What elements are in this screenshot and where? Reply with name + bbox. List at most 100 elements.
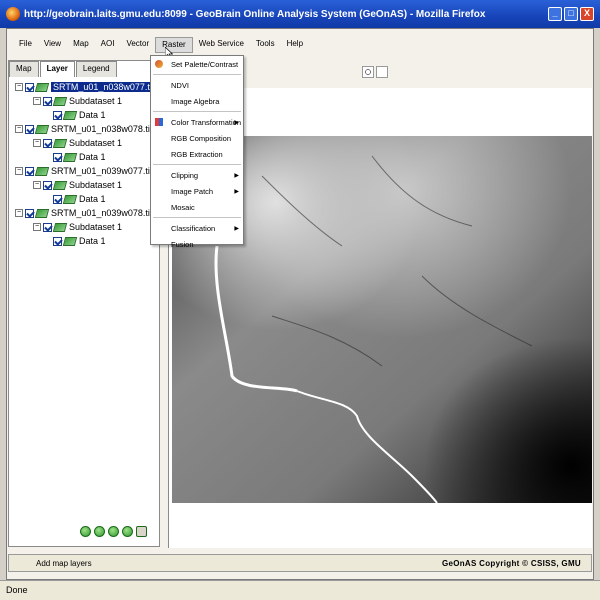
menu-item-mosaic[interactable]: Mosaic	[151, 199, 243, 215]
remove-layer-icon[interactable]	[122, 526, 133, 537]
data-checkbox[interactable]	[53, 110, 62, 120]
menu-web-service[interactable]: Web Service	[193, 37, 250, 53]
collapse-icon[interactable]: −	[15, 167, 23, 175]
menu-tools[interactable]: Tools	[250, 37, 281, 53]
collapse-icon[interactable]: −	[33, 223, 41, 231]
data-row[interactable]: Data 1	[9, 192, 159, 206]
raster-layer-icon	[34, 82, 50, 92]
menu-item-color-transformation[interactable]: Color Transformation ▶	[151, 114, 243, 130]
data-name[interactable]: Data 1	[79, 110, 106, 120]
menu-item-ndvi[interactable]: NDVI	[151, 77, 243, 93]
layer-checkbox[interactable]	[25, 166, 34, 176]
panel-tabs: Map Layer Legend	[9, 61, 118, 77]
layer-row[interactable]: − SRTM_u01_n039w078.tif	[9, 206, 159, 220]
menu-item-rgb-extraction[interactable]: RGB Extraction	[151, 146, 243, 162]
layer-name[interactable]: SRTM_u01_n038w078.tif	[51, 124, 152, 134]
subdataset-name[interactable]: Subdataset 1	[69, 138, 122, 148]
data-row[interactable]: Data 1	[9, 108, 159, 122]
data-row[interactable]: Data 1	[9, 150, 159, 164]
menu-raster[interactable]: Raster	[155, 37, 193, 53]
layer-row[interactable]: − SRTM_u01_n038w078.tif	[9, 122, 159, 136]
menu-map[interactable]: Map	[67, 37, 95, 53]
subdataset-row[interactable]: − Subdataset 1	[9, 94, 159, 108]
layer-checkbox[interactable]	[25, 124, 34, 134]
layer-checkbox[interactable]	[25, 82, 34, 92]
data-name[interactable]: Data 1	[79, 152, 106, 162]
layer-name[interactable]: SRTM_u01_n038w077.tif	[51, 82, 157, 92]
menu-view[interactable]: View	[38, 37, 67, 53]
menu-file[interactable]: File	[13, 37, 38, 53]
raster-layer-icon	[34, 208, 50, 218]
menu-item-fusion[interactable]: Fusion	[151, 236, 243, 252]
raster-menu-dropdown: Set Palette/Contrast NDVI Image Algebra …	[150, 55, 244, 249]
collapse-icon[interactable]: −	[33, 97, 41, 105]
raster-layer-icon	[34, 166, 50, 176]
collapse-icon[interactable]: −	[15, 125, 23, 133]
move-up-icon[interactable]	[80, 526, 91, 537]
submenu-arrow-icon: ▶	[234, 119, 239, 126]
layer-row[interactable]: − SRTM_u01_n039w077.tif	[9, 164, 159, 178]
tab-map[interactable]: Map	[9, 61, 39, 77]
menu-help[interactable]: Help	[281, 37, 309, 53]
menu-item-image-algebra[interactable]: Image Algebra	[151, 93, 243, 109]
eraser-icon[interactable]	[376, 66, 388, 78]
data-checkbox[interactable]	[53, 236, 62, 246]
subdataset-checkbox[interactable]	[43, 180, 52, 190]
data-name[interactable]: Data 1	[79, 236, 106, 246]
minimize-button[interactable]: _	[548, 7, 562, 21]
raster-layer-icon	[52, 138, 68, 148]
app-statusbar: Add map layers GeOnAS Copyright © CSISS,…	[8, 554, 592, 572]
data-name[interactable]: Data 1	[79, 194, 106, 204]
raster-layer-icon	[52, 180, 68, 190]
collapse-icon[interactable]: −	[15, 209, 23, 217]
subdataset-row[interactable]: − Subdataset 1	[9, 178, 159, 192]
tab-layer[interactable]: Layer	[39, 61, 75, 77]
menu-item-rgb-composition[interactable]: RGB Composition	[151, 130, 243, 146]
layer-checkbox[interactable]	[25, 208, 34, 218]
menu-vector[interactable]: Vector	[120, 37, 155, 53]
layer-panel: Map Layer Legend − SRTM_u01_n038w077.tif…	[8, 60, 160, 547]
menu-item-clipping[interactable]: Clipping ▶	[151, 167, 243, 183]
raster-layer-icon	[52, 222, 68, 232]
menu-item-classification[interactable]: Classification ▶	[151, 220, 243, 236]
data-checkbox[interactable]	[53, 194, 62, 204]
subdataset-name[interactable]: Subdataset 1	[69, 180, 122, 190]
move-down-icon[interactable]	[94, 526, 105, 537]
submenu-arrow-icon: ▶	[234, 172, 239, 179]
raster-layer-icon	[34, 124, 50, 134]
layer-tools-icon[interactable]	[136, 526, 147, 537]
add-layer-icon[interactable]	[108, 526, 119, 537]
subdataset-name[interactable]: Subdataset 1	[69, 96, 122, 106]
menu-separator	[153, 74, 241, 75]
subdataset-row[interactable]: − Subdataset 1	[9, 136, 159, 150]
menu-aoi[interactable]: AOI	[95, 37, 121, 53]
menu-item-image-patch[interactable]: Image Patch ▶	[151, 183, 243, 199]
subdataset-row[interactable]: − Subdataset 1	[9, 220, 159, 234]
zoom-box-icon[interactable]	[362, 66, 374, 78]
band-icon	[62, 194, 78, 204]
data-row[interactable]: Data 1	[9, 234, 159, 248]
layer-name[interactable]: SRTM_u01_n039w077.tif	[51, 166, 152, 176]
collapse-icon[interactable]: −	[15, 83, 23, 91]
submenu-arrow-icon: ▶	[234, 188, 239, 195]
browser-status-text: Done	[6, 585, 28, 595]
subdataset-checkbox[interactable]	[43, 96, 52, 106]
browser-statusbar: Done	[0, 580, 600, 600]
maximize-button[interactable]: □	[564, 7, 578, 21]
tab-legend[interactable]: Legend	[75, 61, 117, 77]
layer-row[interactable]: − SRTM_u01_n038w077.tif	[9, 80, 159, 94]
menu-separator	[153, 217, 241, 218]
close-button[interactable]: X	[580, 7, 594, 21]
data-checkbox[interactable]	[53, 152, 62, 162]
band-icon	[62, 236, 78, 246]
menu-item-set-palette-contrast[interactable]: Set Palette/Contrast	[151, 56, 243, 72]
layer-name[interactable]: SRTM_u01_n039w078.tif	[51, 208, 152, 218]
window-titlebar: http://geobrain.laits.gmu.edu:8099 - Geo…	[0, 0, 600, 28]
collapse-icon[interactable]: −	[33, 139, 41, 147]
layer-tree: − SRTM_u01_n038w077.tif − Subdataset 1 D…	[9, 80, 159, 248]
subdataset-name[interactable]: Subdataset 1	[69, 222, 122, 232]
subdataset-checkbox[interactable]	[43, 138, 52, 148]
layer-panel-buttons	[80, 526, 147, 537]
subdataset-checkbox[interactable]	[43, 222, 52, 232]
collapse-icon[interactable]: −	[33, 181, 41, 189]
